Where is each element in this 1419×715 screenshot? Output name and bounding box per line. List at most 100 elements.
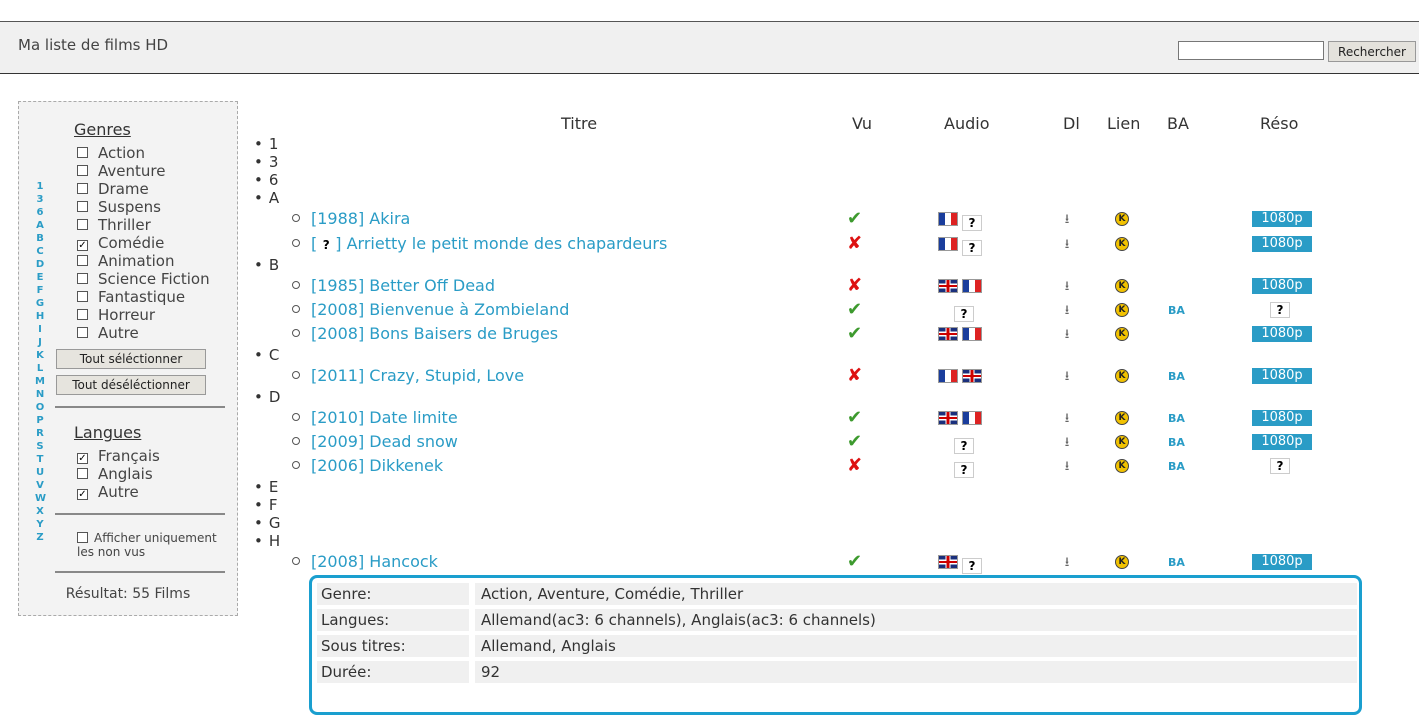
film-title-link[interactable]: [2009] Dead snow <box>311 432 458 451</box>
film-title-link[interactable]: [1988] Akira <box>311 209 410 228</box>
letter-heading: B <box>254 256 279 274</box>
alpha-link[interactable]: K <box>35 349 45 362</box>
film-title-link[interactable]: [2011] Crazy, Stupid, Love <box>311 366 524 385</box>
question-mark-icon: ? <box>317 238 336 252</box>
film-title-link[interactable]: [?] Arrietty le petit monde des chaparde… <box>311 234 667 253</box>
header: Ma liste de films HD Rechercher <box>0 22 1419 74</box>
film-title-link[interactable]: [2008] Bienvenue à Zombieland <box>311 300 569 319</box>
alpha-link[interactable]: Z <box>35 531 45 544</box>
cross-icon: ✘ <box>847 365 863 386</box>
audio-flags <box>938 369 986 385</box>
list-bullet <box>292 371 300 379</box>
ba-link[interactable]: BA <box>1168 460 1185 473</box>
film-row: [2010] Date limite ✔ ⭳ K BA 1080p <box>0 408 1419 430</box>
film-title-link[interactable]: [2010] Date limite <box>311 408 458 427</box>
link-icon[interactable]: K <box>1115 327 1129 341</box>
film-title-link[interactable]: [2008] Bons Baisers de Bruges <box>311 324 558 343</box>
detail-value: Action, Aventure, Comédie, Thriller <box>475 583 1357 605</box>
link-icon[interactable]: K <box>1115 369 1129 383</box>
alpha-link[interactable]: V <box>35 479 45 492</box>
link-icon[interactable]: K <box>1115 237 1129 251</box>
link-icon[interactable]: K <box>1115 435 1129 449</box>
question-mark-icon: ? <box>954 438 974 454</box>
divider <box>55 513 225 515</box>
link-icon[interactable]: K <box>1115 279 1129 293</box>
letter-heading: F <box>254 496 278 514</box>
checkbox-box[interactable] <box>77 255 88 266</box>
search-button[interactable]: Rechercher <box>1328 41 1416 62</box>
genre-checkbox[interactable]: Drame <box>77 180 149 198</box>
ba-link[interactable]: BA <box>1168 436 1185 449</box>
audio-flags <box>938 327 986 343</box>
download-icon[interactable]: ⭳ <box>1060 553 1074 570</box>
alpha-link[interactable]: N <box>35 388 45 401</box>
alpha-link[interactable]: Y <box>35 518 45 531</box>
checkbox-box[interactable] <box>77 183 88 194</box>
checkmark-icon: ✔ <box>847 551 863 572</box>
checkbox-box[interactable] <box>77 147 88 158</box>
link-icon[interactable]: K <box>1115 303 1129 317</box>
list-bullet <box>292 437 300 445</box>
film-row: [1988] Akira ✔? ⭳ K 1080p <box>0 209 1419 231</box>
flag-fr-icon <box>962 411 982 425</box>
download-icon[interactable]: ⭳ <box>1060 235 1074 252</box>
checkbox-box[interactable] <box>77 165 88 176</box>
alpha-link[interactable]: 3 <box>35 193 45 206</box>
link-icon[interactable]: K <box>1115 459 1129 473</box>
resolution-badge: 1080p <box>1252 554 1312 570</box>
col-header-reso: Réso <box>1260 114 1299 133</box>
letter-heading: 3 <box>254 153 279 171</box>
alpha-link[interactable]: D <box>35 258 45 271</box>
resolution-badge: 1080p <box>1252 236 1312 252</box>
ba-link[interactable]: BA <box>1168 304 1185 317</box>
download-icon[interactable]: ⭳ <box>1060 457 1074 474</box>
download-icon[interactable]: ⭳ <box>1060 367 1074 384</box>
letter-heading: A <box>254 189 279 207</box>
search-input[interactable] <box>1178 41 1324 60</box>
download-icon[interactable]: ⭳ <box>1060 325 1074 342</box>
alpha-link[interactable]: X <box>35 505 45 518</box>
flag-uk-icon <box>938 327 958 341</box>
film-row: [2011] Crazy, Stupid, Love ✘ ⭳ K BA 1080p <box>0 366 1419 388</box>
link-icon[interactable]: K <box>1115 411 1129 425</box>
genre-checkbox[interactable]: Action <box>77 144 145 162</box>
download-icon[interactable]: ⭳ <box>1060 301 1074 318</box>
flag-uk-icon <box>938 279 958 293</box>
checkbox-box[interactable] <box>77 532 88 543</box>
langue-checkbox[interactable]: ✓ Autre <box>77 483 139 501</box>
top-bar <box>0 0 1419 22</box>
flag-uk-icon <box>938 411 958 425</box>
flag-uk-icon <box>938 555 958 569</box>
list-bullet <box>292 239 300 247</box>
download-icon[interactable]: ⭳ <box>1060 433 1074 450</box>
ba-link[interactable]: BA <box>1168 556 1185 569</box>
question-mark-icon: ? <box>1270 302 1290 318</box>
film-title-link[interactable]: [2006] Dikkenek <box>311 456 443 475</box>
col-header-titre: Titre <box>561 114 598 133</box>
detail-label: Langues: <box>317 609 469 631</box>
link-icon[interactable]: K <box>1115 555 1129 569</box>
letter-heading: 1 <box>254 135 279 153</box>
ba-link[interactable]: BA <box>1168 370 1185 383</box>
checkbox-box[interactable]: ✓ <box>77 489 88 500</box>
letter-heading: H <box>254 532 280 550</box>
genre-checkbox[interactable]: Aventure <box>77 162 165 180</box>
film-row: [2009] Dead snow ✔? ⭳ K BA 1080p <box>0 432 1419 454</box>
film-title-link[interactable]: [1985] Better Off Dead <box>311 276 495 295</box>
question-mark-icon: ? <box>962 558 982 574</box>
resolution-badge: 1080p <box>1252 434 1312 450</box>
alpha-link[interactable]: W <box>35 492 46 505</box>
letter-heading: E <box>254 478 278 496</box>
alpha-link[interactable]: 1 <box>35 180 45 193</box>
question-mark-icon: ? <box>1270 458 1290 474</box>
resolution-badge: 1080p <box>1252 278 1312 294</box>
film-title-link[interactable]: [2008] Hancock <box>311 552 438 571</box>
download-icon[interactable]: ⭳ <box>1060 409 1074 426</box>
detail-value: 92 <box>475 661 1357 683</box>
link-icon[interactable]: K <box>1115 212 1129 226</box>
ba-link[interactable]: BA <box>1168 412 1185 425</box>
question-mark-icon: ? <box>954 462 974 478</box>
download-icon[interactable]: ⭳ <box>1060 277 1074 294</box>
film-row: [2008] Bienvenue à Zombieland ✔? ⭳ K BA? <box>0 300 1419 322</box>
download-icon[interactable]: ⭳ <box>1060 210 1074 227</box>
